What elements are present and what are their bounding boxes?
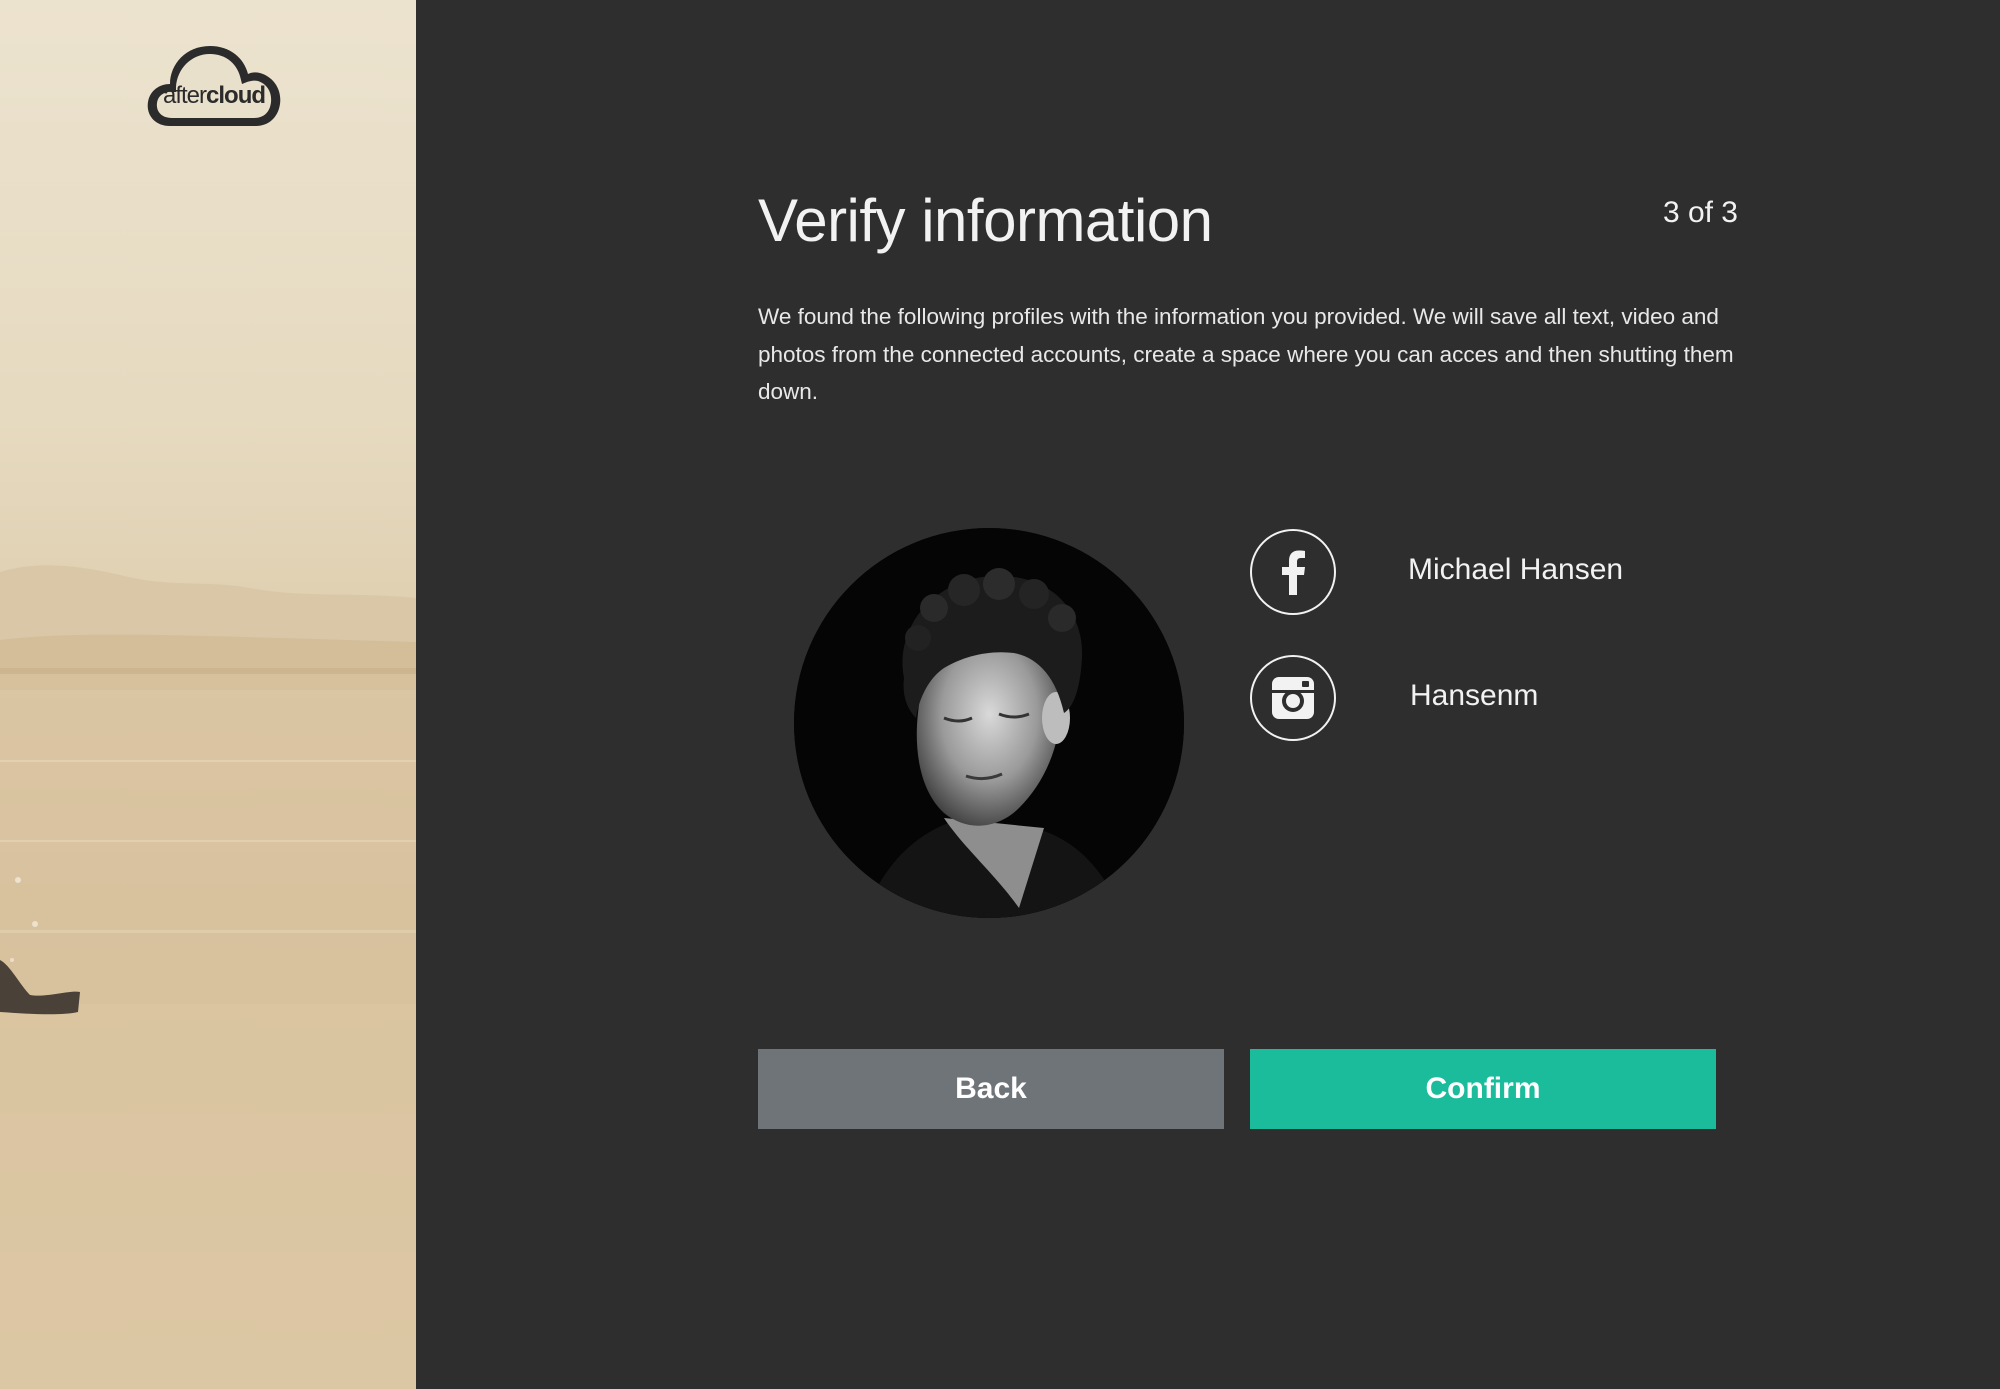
profile-photo	[794, 528, 1184, 918]
profile-row-facebook: Michael Hansen	[1250, 529, 1750, 615]
profile-row-instagram: Hansenm	[1250, 655, 1750, 741]
instagram-profile-name: Hansenm	[1410, 679, 1539, 712]
logo-text-light: after	[162, 82, 207, 109]
page: aftercloud Verify information 3 of 3 We …	[0, 0, 2000, 1389]
page-title: Verify information	[758, 187, 1213, 254]
back-button[interactable]: Back	[758, 1049, 1224, 1129]
facebook-icon[interactable]	[1250, 529, 1336, 615]
step-indicator: 3 of 3	[1662, 196, 1738, 229]
logo-wordmark: aftercloud	[146, 82, 282, 110]
background-photo-panel: aftercloud	[0, 0, 416, 1389]
instagram-icon[interactable]	[1250, 655, 1336, 741]
verify-panel: Verify information 3 of 3 We found the f…	[416, 0, 2000, 1389]
description-text: We found the following profiles with the…	[758, 304, 1734, 404]
profile-avatar	[794, 528, 1184, 918]
confirm-button[interactable]: Confirm	[1250, 1049, 1716, 1129]
facebook-profile-name: Michael Hansen	[1408, 553, 1624, 586]
beach-landscape-image	[0, 565, 416, 1389]
logo-text-bold: cloud	[206, 82, 266, 109]
aftercloud-logo[interactable]: aftercloud	[146, 42, 282, 130]
